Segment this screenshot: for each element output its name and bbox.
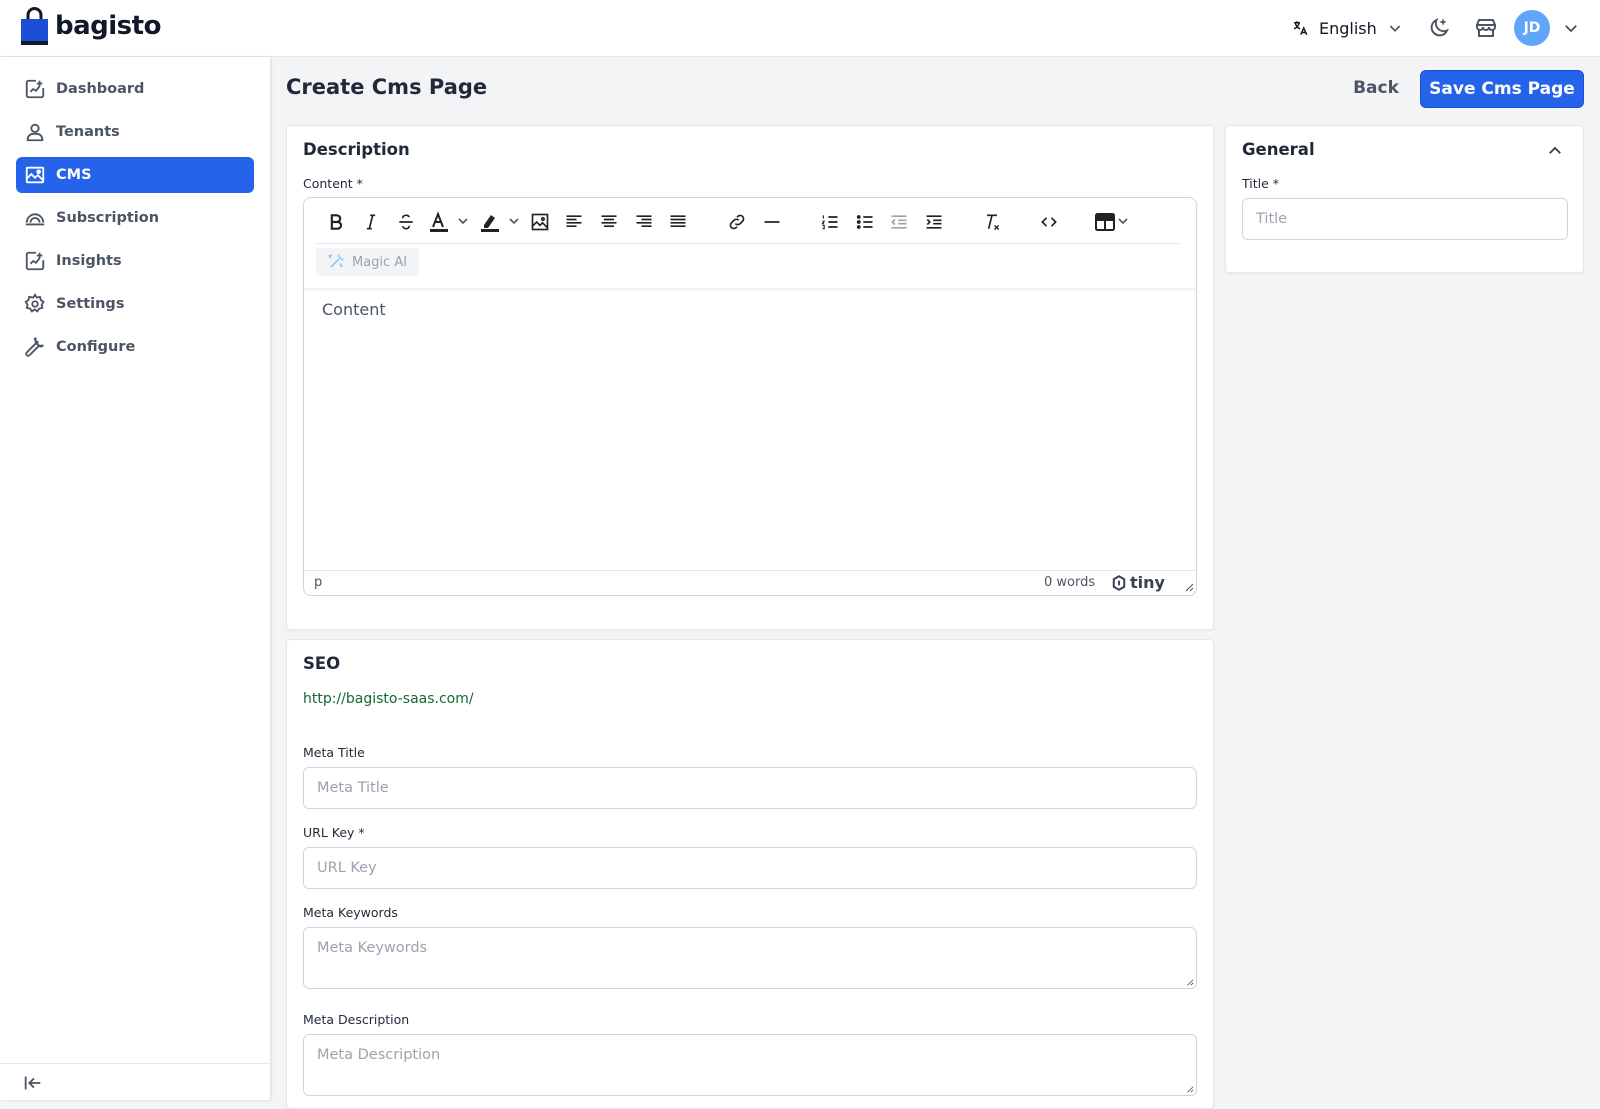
logo-text: bagisto xyxy=(55,11,161,41)
meta-keywords-placeholder: Meta Keywords xyxy=(317,940,428,956)
meta-description-textarea[interactable]: Meta Description xyxy=(303,1034,1197,1096)
indent-icon[interactable] xyxy=(922,210,946,234)
subscription-icon xyxy=(25,213,45,226)
insert-image-icon[interactable] xyxy=(528,210,552,234)
collapse-sidebar-icon[interactable] xyxy=(22,1072,44,1094)
user-icon xyxy=(26,123,44,142)
element-path[interactable]: p xyxy=(314,575,322,590)
meta-keywords-textarea[interactable]: Meta Keywords xyxy=(303,927,1197,989)
back-button[interactable]: Back xyxy=(1340,70,1412,106)
url-key-label: URL Key * xyxy=(303,825,365,840)
numbered-list-icon[interactable] xyxy=(818,210,842,234)
align-justify-icon[interactable] xyxy=(666,210,690,234)
bullet-list-icon[interactable] xyxy=(853,210,877,234)
page-title: Create Cms Page xyxy=(286,75,488,99)
language-label: English xyxy=(1319,18,1377,38)
general-card: General Title * Title xyxy=(1225,125,1584,273)
tiny-logo-icon xyxy=(1112,574,1126,591)
magic-ai-label: Magic AI xyxy=(352,254,408,270)
align-center-icon[interactable] xyxy=(597,210,621,234)
sidebar-footer xyxy=(0,1063,270,1100)
title-label: Title * xyxy=(1242,176,1280,191)
link-icon[interactable] xyxy=(725,210,749,234)
seo-card: SEO Meta Title Meta Title URL Key * URL … xyxy=(286,639,1214,1109)
outdent-icon[interactable] xyxy=(887,210,911,234)
seo-title: SEO xyxy=(303,654,341,673)
sidebar-item-cms[interactable]: CMS xyxy=(16,157,254,193)
tiny-logo-text: tiny xyxy=(1130,573,1165,592)
sidebar-item-label: Subscription xyxy=(56,210,160,226)
sidebar-item-label: CMS xyxy=(56,167,92,183)
magic-ai-button[interactable]: Magic AI xyxy=(316,248,420,276)
strikethrough-icon[interactable] xyxy=(394,210,418,234)
sidebar-item-label: Settings xyxy=(56,296,125,312)
meta-description-label: Meta Description xyxy=(303,1012,410,1027)
sidebar-item-tenants[interactable]: Tenants xyxy=(16,114,254,150)
dark-mode-icon[interactable] xyxy=(1427,16,1451,40)
align-left-icon[interactable] xyxy=(562,210,586,234)
wrench-icon xyxy=(25,337,44,357)
horizontal-line-icon[interactable] xyxy=(760,210,784,234)
bag-logo-icon xyxy=(21,7,48,45)
word-count[interactable]: 0 words xyxy=(1044,575,1095,590)
editor-toolbar xyxy=(316,198,1180,244)
translate-icon xyxy=(1293,21,1308,36)
title-input[interactable]: Title xyxy=(1242,198,1568,240)
editor-statusbar: p 0 words tiny xyxy=(304,570,1196,595)
gear-icon xyxy=(24,293,45,313)
sidebar-item-label: Configure xyxy=(56,339,136,355)
seo-url-preview: http://bagisto-saas.com/ xyxy=(303,691,474,707)
magic-wand-icon xyxy=(327,253,344,268)
clear-formatting-icon[interactable] xyxy=(980,210,1004,234)
content-editor[interactable]: Content xyxy=(304,286,1196,570)
sidebar-item-subscription[interactable]: Subscription xyxy=(16,200,254,236)
sidebar: Dashboard Tenants CMS Subscription Insig… xyxy=(0,57,270,1100)
avatar[interactable]: JD xyxy=(1514,10,1550,46)
bold-icon[interactable] xyxy=(324,210,348,234)
description-title: Description xyxy=(303,140,410,159)
meta-keywords-label: Meta Keywords xyxy=(303,905,398,920)
save-button[interactable]: Save Cms Page xyxy=(1420,70,1584,108)
storefront-icon[interactable] xyxy=(1474,16,1498,40)
sidebar-item-label: Insights xyxy=(56,253,122,269)
chevron-up-icon[interactable] xyxy=(1546,142,1564,160)
url-key-input[interactable]: URL Key xyxy=(303,847,1197,889)
text-color-icon[interactable] xyxy=(428,210,472,234)
sidebar-item-label: Tenants xyxy=(56,124,120,140)
resize-handle-icon[interactable] xyxy=(1186,978,1194,986)
language-selector[interactable]: English xyxy=(1291,15,1403,41)
meta-title-label: Meta Title xyxy=(303,745,365,760)
image-icon xyxy=(25,166,45,184)
source-code-icon[interactable] xyxy=(1037,210,1061,234)
highlight-color-icon[interactable] xyxy=(479,210,523,234)
sidebar-item-label: Dashboard xyxy=(56,81,145,97)
sidebar-item-settings[interactable]: Settings xyxy=(16,286,254,322)
chevron-down-icon[interactable] xyxy=(1562,19,1580,37)
sidebar-item-insights[interactable]: Insights xyxy=(16,243,254,279)
content-label: Content * xyxy=(303,176,363,191)
resize-handle-icon[interactable] xyxy=(1184,582,1194,592)
meta-title-input[interactable]: Meta Title xyxy=(303,767,1197,809)
table-icon[interactable] xyxy=(1094,210,1134,234)
rich-text-editor: Magic AI Content p 0 words tiny xyxy=(303,197,1197,596)
italic-icon[interactable] xyxy=(359,210,383,234)
sidebar-item-configure[interactable]: Configure xyxy=(16,329,254,365)
meta-description-placeholder: Meta Description xyxy=(317,1047,441,1063)
resize-handle-icon[interactable] xyxy=(1186,1085,1194,1093)
general-title: General xyxy=(1242,140,1315,159)
chart-icon xyxy=(25,251,45,271)
top-bar: bagisto English JD xyxy=(0,0,1600,57)
tiny-logo[interactable]: tiny xyxy=(1110,573,1165,592)
sidebar-item-dashboard[interactable]: Dashboard xyxy=(16,71,254,107)
logo[interactable]: bagisto xyxy=(20,6,161,46)
align-right-icon[interactable] xyxy=(632,210,656,234)
chevron-down-icon xyxy=(1389,25,1401,32)
dashboard-icon xyxy=(25,79,45,99)
